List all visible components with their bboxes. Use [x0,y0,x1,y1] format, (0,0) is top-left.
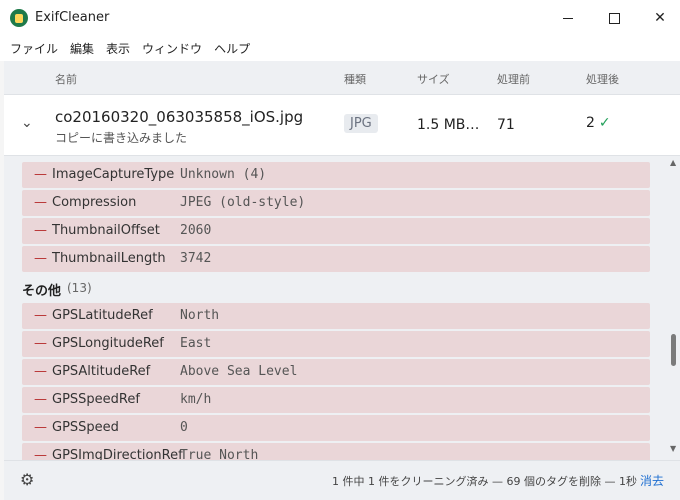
file-status: コピーに書き込みました [55,131,188,145]
column-after: 処理後 [586,73,619,86]
remove-icon: — [34,420,47,435]
menu-edit[interactable]: 編集 [64,40,100,57]
menu-file[interactable]: ファイル [0,40,64,57]
tag-list[interactable]: — ImageCaptureType Unknown (4) — Compres… [4,156,668,460]
chevron-down-icon[interactable]: ⌄ [21,115,33,131]
tag-key: GPSAltitudeRef [52,364,151,379]
scroll-down-icon[interactable]: ▼ [670,444,676,453]
tag-row: — GPSLongitudeRef East [22,331,650,357]
tag-row: — GPSImgDirectionRef True North [22,443,650,460]
file-row[interactable]: ⌄ co20160320_063035858_iOS.jpg コピーに書き込みま… [4,95,680,156]
minimize-button[interactable] [545,0,591,36]
column-name: 名前 [55,73,77,86]
tag-value: km/h [180,392,212,407]
tag-key: ThumbnailLength [52,251,166,266]
tag-key: GPSLongitudeRef [52,336,164,351]
tags-after: 2 ✓ [586,115,611,131]
file-type-badge: JPG [344,114,378,133]
tag-value: True North [180,448,259,460]
scrollbar[interactable]: ▲ ▼ [668,156,680,460]
column-type: 種類 [344,73,366,86]
tag-value: North [180,308,220,323]
tag-value: JPEG (old-style) [180,195,306,210]
menu-view[interactable]: 表示 [100,40,136,57]
remove-icon: — [34,392,47,407]
tag-key: GPSSpeed [52,420,119,435]
table-header: 名前 種類 サイズ 処理前 処理後 [4,61,680,95]
tag-row: — ImageCaptureType Unknown (4) [22,162,650,188]
tag-key: ThumbnailOffset [52,223,160,238]
close-button[interactable]: ✕ [637,0,680,36]
remove-icon: — [34,336,47,351]
tag-key: GPSLatitudeRef [52,308,153,323]
title-bar: ExifCleaner ✕ [0,0,680,36]
tag-key: Compression [52,195,137,210]
remove-icon: — [34,364,47,379]
tag-row: — Compression JPEG (old-style) [22,190,650,216]
status-text: 1 件中 1 件をクリーニング済み — 69 個のタグを削除 — 1秒 [332,475,637,488]
tag-row: — GPSSpeedRef km/h [22,387,650,413]
tag-value: 2060 [180,223,212,238]
scroll-up-icon[interactable]: ▲ [670,158,676,167]
tags-before-count: 71 [497,117,515,133]
section-count: (13) [67,281,92,295]
gear-icon[interactable]: ⚙ [20,470,34,489]
tag-row: — ThumbnailLength 3742 [22,246,650,272]
tag-key: GPSSpeedRef [52,392,140,407]
scroll-thumb[interactable] [671,334,676,366]
tag-row: — GPSLatitudeRef North [22,303,650,329]
tag-key: GPSImgDirectionRef [52,448,183,460]
check-icon: ✓ [598,115,611,131]
tag-value: 3742 [180,251,212,266]
section-title: その他 [22,284,62,299]
tags-after-count: 2 [586,115,595,131]
file-name: co20160320_063035858_iOS.jpg [55,108,304,126]
tag-value: 0 [180,420,188,435]
tag-row: — GPSSpeed 0 [22,415,650,441]
remove-icon: — [34,448,47,460]
remove-icon: — [34,251,47,266]
tag-row: — ThumbnailOffset 2060 [22,218,650,244]
remove-icon: — [34,223,47,238]
maximize-button[interactable] [591,0,637,36]
app-window: ExifCleaner ✕ ファイル 編集 表示 ウィンドウ ヘルプ 名前 種類… [0,0,680,500]
app-logo-icon [10,9,28,27]
menu-bar: ファイル 編集 表示 ウィンドウ ヘルプ [0,36,680,60]
menu-help[interactable]: ヘルプ [208,40,256,57]
remove-icon: — [34,167,47,182]
tag-key: ImageCaptureType [52,167,175,182]
remove-icon: — [34,308,47,323]
status-bar: ⚙ 1 件中 1 件をクリーニング済み — 69 個のタグを削除 — 1秒 消去 [4,460,680,500]
main-content: 名前 種類 サイズ 処理前 処理後 ⌄ co20160320_063035858… [4,61,680,500]
remove-icon: — [34,195,47,210]
column-size: サイズ [417,73,450,86]
clear-button[interactable]: 消去 [640,472,664,489]
tag-value: Unknown (4) [180,167,267,182]
menu-window[interactable]: ウィンドウ [136,40,208,57]
file-size: 1.5 MB… [417,117,480,133]
tag-value: Above Sea Level [180,364,298,379]
column-before: 処理前 [497,73,530,86]
tag-value: East [180,336,212,351]
window-title: ExifCleaner [35,10,110,25]
tag-row: — GPSAltitudeRef Above Sea Level [22,359,650,385]
